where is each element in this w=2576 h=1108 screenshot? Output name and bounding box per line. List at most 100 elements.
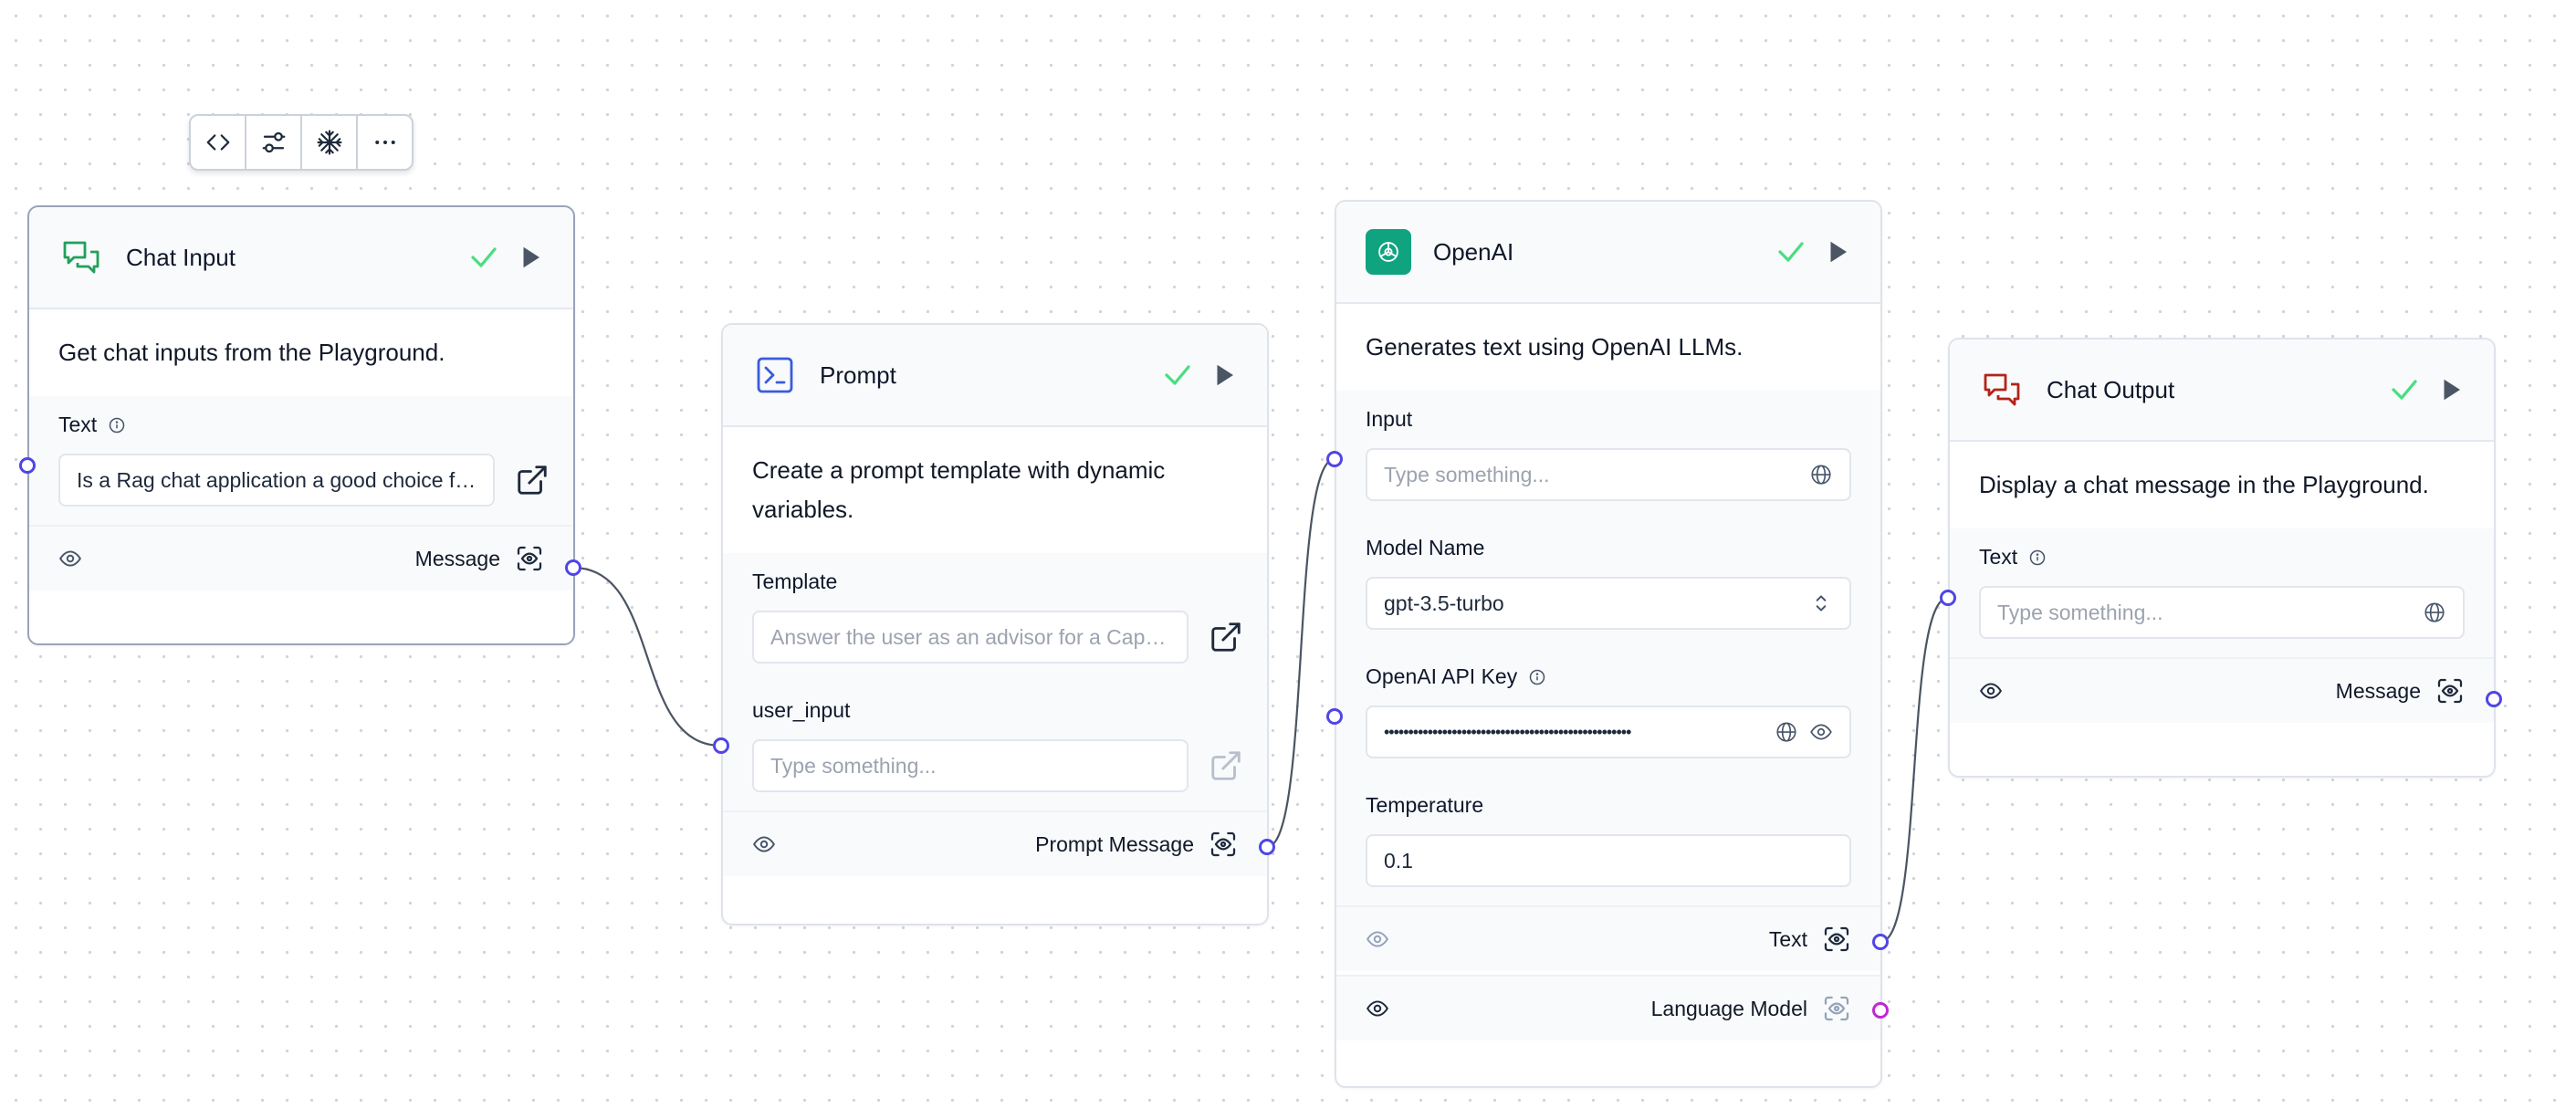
globe-icon[interactable] bbox=[1809, 463, 1833, 486]
temperature-label: Temperature bbox=[1366, 793, 1484, 817]
code-button[interactable] bbox=[191, 116, 246, 169]
text-input-row: Is a Rag chat application a good choice … bbox=[58, 454, 547, 507]
edge-prompt-to-openai[interactable] bbox=[1266, 457, 1335, 849]
output-label: Prompt Message bbox=[1035, 831, 1194, 856]
eye-icon[interactable] bbox=[1979, 679, 2003, 703]
play-icon[interactable] bbox=[1824, 238, 1851, 266]
eye-icon[interactable] bbox=[752, 832, 776, 856]
openai-node[interactable]: OpenAI Generates text using OpenAI LLMs.… bbox=[1335, 200, 1882, 1088]
check-icon bbox=[1165, 365, 1190, 385]
globe-icon[interactable] bbox=[2423, 601, 2446, 624]
eye-icon[interactable] bbox=[1366, 927, 1389, 951]
field-label-text: Text bbox=[58, 413, 98, 436]
node-header: Chat Input bbox=[29, 207, 573, 309]
output-row-language-model: Language Model bbox=[1336, 975, 1880, 1040]
text-input-value: Is a Rag chat application a good choice … bbox=[77, 467, 476, 492]
node-toolbar bbox=[189, 114, 414, 171]
user-input-input[interactable]: Type something... bbox=[752, 739, 1189, 792]
node-title: Chat Input bbox=[126, 243, 236, 271]
template-input[interactable]: Answer the user as an advisor for a Caps… bbox=[752, 611, 1189, 664]
prompt-user-input-handle[interactable] bbox=[713, 737, 729, 754]
node-title: OpenAI bbox=[1433, 237, 1514, 266]
text-input[interactable]: Type something... bbox=[1979, 586, 2465, 639]
openai-language-model-handle[interactable] bbox=[1872, 1002, 1889, 1019]
user-input-field: user_input Type something... bbox=[723, 682, 1267, 810]
prompt-node[interactable]: Prompt Create a prompt template with dyn… bbox=[721, 323, 1269, 925]
check-icon bbox=[471, 247, 497, 267]
edge-openai-to-chatoutput[interactable] bbox=[1880, 596, 1949, 944]
globe-icon[interactable] bbox=[1775, 720, 1798, 744]
play-icon[interactable] bbox=[1210, 361, 1238, 389]
openai-api-key-handle[interactable] bbox=[1326, 708, 1343, 725]
chat-input-node[interactable]: Chat Input Get chat inputs from the Play… bbox=[27, 205, 575, 645]
info-icon bbox=[109, 417, 125, 433]
scan-eye-icon[interactable] bbox=[1209, 830, 1238, 859]
eye-icon[interactable] bbox=[1366, 997, 1389, 1020]
openai-input-placeholder: Type something... bbox=[1384, 462, 1550, 486]
output-row-prompt-message: Prompt Message bbox=[723, 810, 1267, 876]
template-input-row: Answer the user as an advisor for a Caps… bbox=[752, 611, 1241, 664]
scan-eye-icon[interactable] bbox=[1822, 925, 1851, 954]
text-field: Text Is a Rag chat application a good ch… bbox=[29, 396, 573, 525]
model-name-value: gpt-3.5-turbo bbox=[1384, 591, 1504, 615]
chat-input-icon bbox=[58, 235, 104, 280]
api-key-field: OpenAI API Key •••••••••••••••••••••••••… bbox=[1336, 648, 1880, 777]
template-field: Template Answer the user as an advisor f… bbox=[723, 553, 1267, 682]
info-icon bbox=[2029, 549, 2046, 565]
chat-output-node[interactable]: Chat Output Display a chat message in th… bbox=[1948, 338, 2496, 778]
api-key-value: ••••••••••••••••••••••••••••••••••••••••… bbox=[1384, 722, 1631, 741]
play-icon[interactable] bbox=[517, 244, 544, 271]
external-link-icon[interactable] bbox=[1209, 620, 1243, 654]
output-label: Text bbox=[1768, 926, 1807, 951]
output-row-message: Message bbox=[29, 525, 573, 591]
model-name-select[interactable]: gpt-3.5-turbo bbox=[1366, 577, 1851, 630]
node-title: Prompt bbox=[820, 361, 896, 389]
eye-icon[interactable] bbox=[1809, 720, 1833, 744]
edge-chatinput-to-prompt[interactable] bbox=[572, 566, 722, 747]
code-icon bbox=[206, 134, 229, 151]
user-input-placeholder: Type something... bbox=[770, 753, 937, 778]
freeze-button[interactable] bbox=[302, 116, 358, 169]
snowflake-icon bbox=[316, 130, 342, 155]
sliders-icon bbox=[262, 131, 285, 153]
text-input[interactable]: Is a Rag chat application a good choice … bbox=[58, 454, 495, 507]
openai-input-handle[interactable] bbox=[1326, 451, 1343, 467]
temperature-field: Temperature 0.1 bbox=[1336, 777, 1880, 905]
text-field-label: Text bbox=[58, 413, 544, 437]
eye-icon[interactable] bbox=[58, 547, 82, 570]
openai-text-output-handle[interactable] bbox=[1872, 934, 1889, 950]
node-header: OpenAI bbox=[1336, 202, 1880, 304]
text-field: Text Type something... bbox=[1950, 528, 2494, 657]
prompt-message-handle[interactable] bbox=[1259, 839, 1275, 855]
node-header: Prompt bbox=[723, 325, 1267, 427]
check-icon bbox=[1778, 242, 1804, 262]
output-label: Message bbox=[414, 546, 500, 570]
chat-input-message-handle[interactable] bbox=[565, 559, 581, 576]
external-link-icon[interactable] bbox=[515, 463, 550, 497]
api-key-label: OpenAI API Key bbox=[1366, 664, 1518, 688]
user-input-label: user_input bbox=[752, 698, 851, 722]
chat-output-message-handle[interactable] bbox=[2486, 691, 2502, 707]
chat-input-text-handle[interactable] bbox=[19, 457, 36, 474]
external-link-icon[interactable] bbox=[1209, 748, 1243, 783]
node-description: Generates text using OpenAI LLMs. bbox=[1336, 304, 1880, 391]
output-label: Message bbox=[2335, 678, 2421, 703]
node-description: Display a chat message in the Playground… bbox=[1950, 442, 2494, 528]
model-name-label: Model Name bbox=[1366, 536, 1485, 559]
output-row-text: Text bbox=[1336, 905, 1880, 971]
openai-input[interactable]: Type something... bbox=[1366, 448, 1851, 501]
temperature-input[interactable]: 0.1 bbox=[1366, 834, 1851, 887]
settings-button[interactable] bbox=[246, 116, 302, 169]
openai-icon bbox=[1366, 229, 1411, 275]
chat-output-text-handle[interactable] bbox=[1940, 590, 1956, 606]
scan-eye-icon[interactable] bbox=[515, 544, 544, 573]
node-description: Create a prompt template with dynamic va… bbox=[723, 427, 1267, 553]
template-input-value: Answer the user as an advisor for a Caps… bbox=[770, 624, 1170, 649]
template-label: Template bbox=[752, 570, 838, 593]
node-description: Get chat inputs from the Playground. bbox=[29, 309, 573, 396]
scan-eye-icon[interactable] bbox=[1822, 994, 1851, 1023]
scan-eye-icon[interactable] bbox=[2435, 676, 2465, 706]
play-icon[interactable] bbox=[2437, 376, 2465, 403]
more-button[interactable] bbox=[358, 116, 412, 169]
api-key-input[interactable]: ••••••••••••••••••••••••••••••••••••••••… bbox=[1366, 706, 1851, 758]
